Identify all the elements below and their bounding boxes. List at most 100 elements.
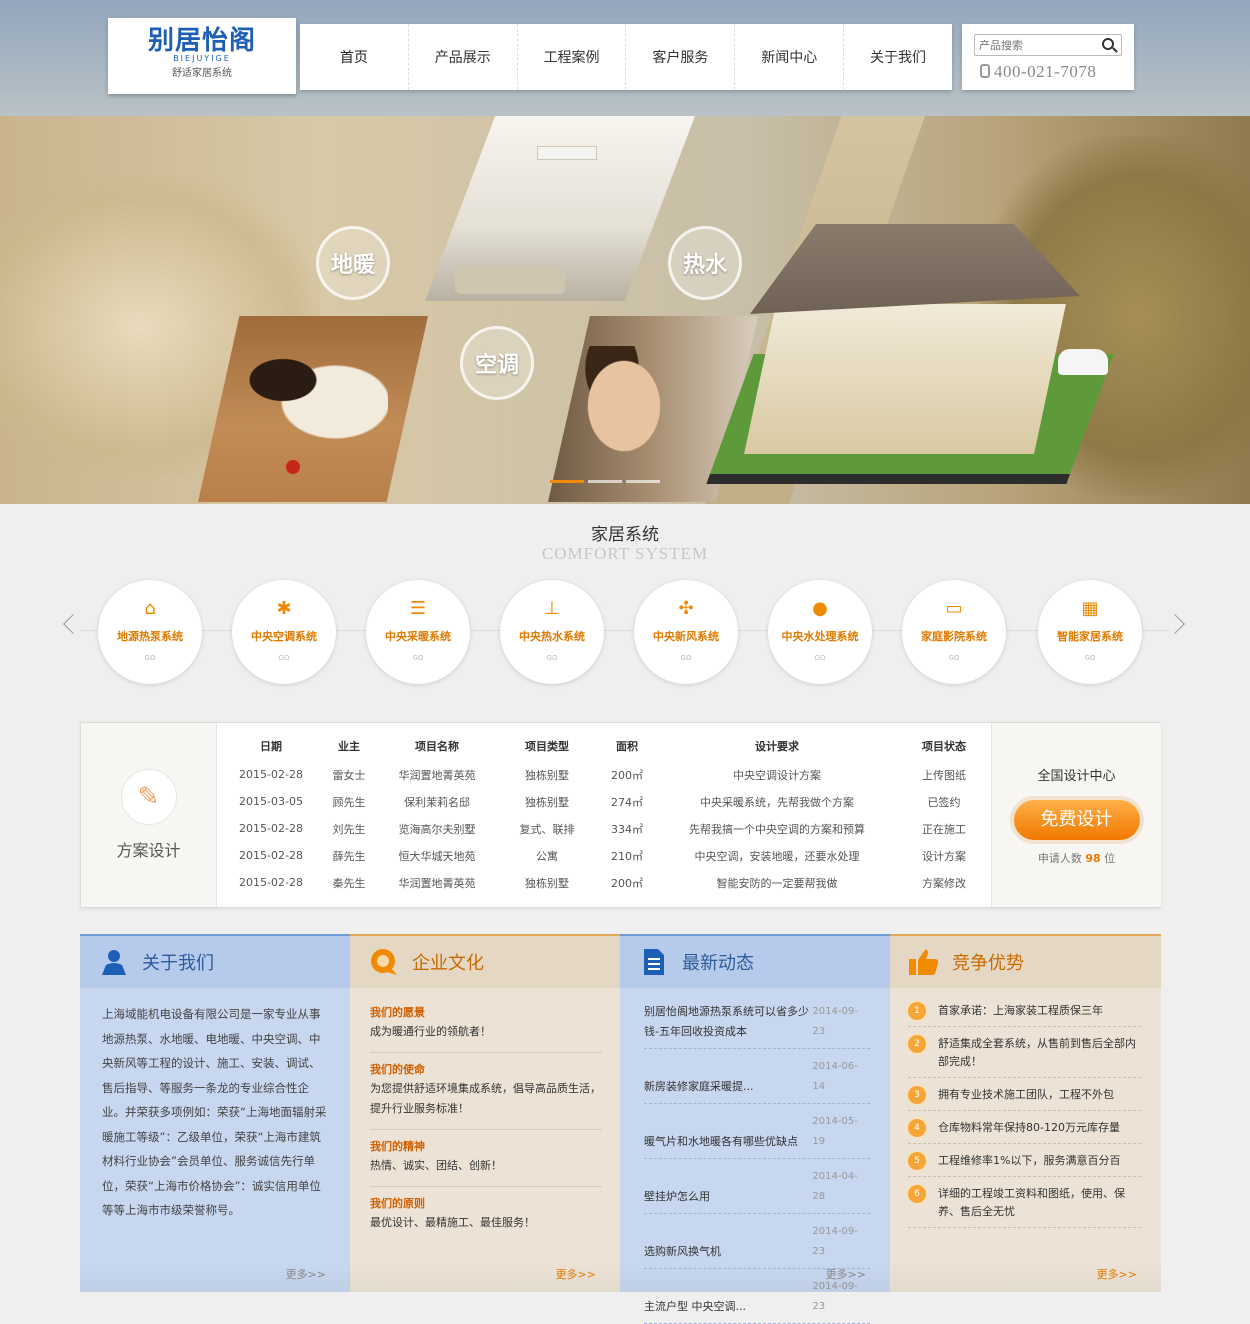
system-central-ac[interactable]: ✱ 中央空调系统 GO (232, 580, 336, 684)
news-date: 2014-06-14 (812, 1061, 858, 1092)
free-design-button[interactable]: 免费设计 (1013, 800, 1140, 840)
list-item: 我们的精神 热情、诚实、团结、创新！ (370, 1130, 602, 1187)
search-icon[interactable] (1102, 38, 1114, 50)
nav-home[interactable]: 首页 (300, 24, 409, 90)
design-right: 全国设计中心 免费设计 申请人数 98 位 (991, 723, 1161, 907)
system-ground-source-heat-pump[interactable]: ⌂ 地源热泵系统 GO (98, 580, 202, 684)
system-home-theater[interactable]: ▭ 家庭影院系统 GO (902, 580, 1006, 684)
logo[interactable]: 别居怡阁 BIEJUYIGE 舒适家居系统 (108, 18, 296, 94)
cell-type: 独栋别墅 (525, 876, 569, 890)
list-item: 6 详细的工程竣工资料和图纸，使用、保养、售后全无忧 (908, 1177, 1141, 1228)
system-label: 中央采暖系统 (385, 630, 451, 643)
search-input[interactable] (974, 34, 1122, 56)
system-label: 中央空调系统 (251, 630, 317, 643)
news-more-link[interactable]: 更多>> (826, 1266, 866, 1282)
news-link[interactable]: 选购新风换气机 (644, 1242, 812, 1262)
cell-date: 2015-02-28 (239, 768, 303, 781)
news-link[interactable]: 主流户型 中央空调... (644, 1297, 812, 1317)
control-panel-icon: ▦ (1081, 598, 1099, 619)
pencil-ruler-icon: ✎ (120, 769, 177, 825)
news-link[interactable]: 暖气片和水地暖各有哪些优缺点 (644, 1132, 812, 1152)
cell-status: 已签约 (927, 795, 961, 809)
cell-requirement: 中央空调，安装地暖，还要水处理 (694, 849, 860, 863)
list-item: 我们的原则 最优设计、最精施工、最佳服务！ (370, 1187, 602, 1243)
woman-on-floor-image (238, 336, 388, 446)
culture-key: 我们的愿景 (370, 1006, 425, 1019)
news-link[interactable]: 别居怡阁地源热泵系统可以省多少钱-五年回收投资成本 (644, 1002, 812, 1042)
col-project: 项目名称 (415, 740, 459, 753)
table-row[interactable]: 2015-02-28 雷女士 华润置地菁英苑 独栋别墅 200㎡ 中央空调设计方… (221, 761, 991, 788)
system-fresh-air[interactable]: ✣ 中央新风系统 GO (634, 580, 738, 684)
table-row[interactable]: 2015-02-28 刘先生 览海高尔夫别墅 复式、联排 334㎡ 先帮我搞一个… (221, 815, 991, 842)
go-label: GO (278, 654, 290, 662)
news-link[interactable]: 壁挂炉怎么用 (644, 1187, 812, 1207)
radiator-icon: ☰ (409, 598, 427, 619)
go-label: GO (412, 654, 424, 662)
culture-key: 我们的使命 (370, 1063, 425, 1076)
list-item: 5 工程维修率1%以下，服务满意百分百 (908, 1144, 1141, 1177)
number-badge: 6 (908, 1185, 926, 1203)
nav-news[interactable]: 新闻中心 (735, 24, 845, 90)
woman-shower-image (576, 346, 696, 496)
cell-requirement: 中央空调设计方案 (733, 768, 821, 782)
nav-cases[interactable]: 工程案例 (518, 24, 627, 90)
system-water-treatment[interactable]: ● 中央水处理系统 GO (768, 580, 872, 684)
document-icon (638, 947, 670, 977)
culture-value: 热情、诚实、团结、创新！ (370, 1159, 502, 1172)
system-central-hot-water[interactable]: ⊥ 中央热水系统 GO (500, 580, 604, 684)
cell-status: 上传图纸 (922, 768, 966, 782)
col-requirement: 设计要求 (755, 740, 799, 753)
shower-icon: ⊥ (544, 598, 560, 619)
house-roof (750, 224, 1080, 314)
cell-project: 保利茉莉名邸 (404, 795, 470, 809)
system-label: 家庭影院系统 (921, 630, 987, 643)
news-link[interactable]: 新房装修家庭采暖提... (644, 1077, 812, 1097)
nav-products[interactable]: 产品展示 (409, 24, 518, 90)
list-item[interactable]: 壁挂炉怎么用 2014-04-28 (644, 1159, 870, 1214)
cell-area: 274㎡ (611, 795, 643, 809)
hero-banner[interactable]: 地暖 空调 热水 (0, 116, 1250, 504)
cell-date: 2015-02-28 (239, 822, 303, 835)
system-central-heating[interactable]: ☰ 中央采暖系统 GO (366, 580, 470, 684)
culture-more-link[interactable]: 更多>> (556, 1266, 596, 1282)
list-item[interactable]: 选购新风换气机 2014-09-23 (644, 1214, 870, 1269)
cell-type: 独栋别墅 (525, 795, 569, 809)
advantage-text: 舒适集成全套系统，从售前到售后全部内部完成！ (938, 1037, 1136, 1068)
list-item[interactable]: 暖气片和水地暖各有哪些优缺点 2014-05-19 (644, 1104, 870, 1159)
design-left: ✎ 方案设计 (81, 723, 217, 907)
slider-dot[interactable] (626, 480, 660, 483)
slider-dot[interactable] (550, 480, 584, 483)
sofa-image (455, 266, 565, 294)
badge-air-conditioning[interactable]: 空调 (460, 326, 534, 400)
house-interior (744, 304, 1066, 454)
about-more-link[interactable]: 更多>> (286, 1266, 326, 1282)
news-column: 最新动态 别居怡阁地源热泵系统可以省多少钱-五年回收投资成本 2014-09-23… (620, 934, 890, 1324)
list-item[interactable]: 别居怡阁地源热泵系统可以省多少钱-五年回收投资成本 2014-09-23 (644, 994, 870, 1049)
snowflake-icon: ✱ (276, 598, 292, 619)
banner-panel-room (425, 116, 695, 301)
air-conditioner-image (537, 146, 597, 160)
logo-pinyin: BIEJUYIGE (173, 54, 231, 63)
list-item: 1 首家承诺：上海家装工程质保三年 (908, 994, 1141, 1027)
nav-about[interactable]: 关于我们 (844, 24, 952, 90)
nav-service[interactable]: 客户服务 (626, 24, 736, 90)
monitor-icon: ▭ (945, 598, 963, 619)
cell-area: 200㎡ (611, 768, 643, 782)
table-row[interactable]: 2015-03-05 顾先生 保利茉莉名邸 独栋别墅 274㎡ 中央采暖系统，先… (221, 788, 991, 815)
slider-dot[interactable] (588, 480, 622, 483)
advantage-more-link[interactable]: 更多>> (1097, 1266, 1137, 1282)
count-prefix: 申请人数 (1037, 852, 1082, 865)
col-owner: 业主 (338, 740, 360, 753)
system-smart-home[interactable]: ▦ 智能家居系统 GO (1038, 580, 1142, 684)
table-row[interactable]: 2015-02-28 薛先生 恒大华城天地苑 公寓 210㎡ 中央空调，安装地暖… (221, 842, 991, 869)
number-badge: 5 (908, 1152, 926, 1170)
about-column: 关于我们 上海域能机电设备有限公司是一家专业从事地源热泵、水地暖、电地暖、中央空… (80, 934, 350, 1292)
advantage-text: 首家承诺：上海家装工程质保三年 (938, 1004, 1103, 1017)
table-row[interactable]: 2015-02-28 秦先生 华润置地菁英苑 独栋别墅 200㎡ 智能安防的一定… (221, 869, 991, 896)
list-item[interactable]: 新房装修家庭采暖提... 2014-06-14 (644, 1049, 870, 1104)
cell-owner: 顾先生 (332, 795, 366, 809)
col-area: 面积 (616, 740, 638, 753)
badge-floor-heating[interactable]: 地暖 (316, 226, 390, 300)
go-label: GO (144, 654, 156, 662)
search-box: 400-021-7078 (962, 24, 1134, 90)
